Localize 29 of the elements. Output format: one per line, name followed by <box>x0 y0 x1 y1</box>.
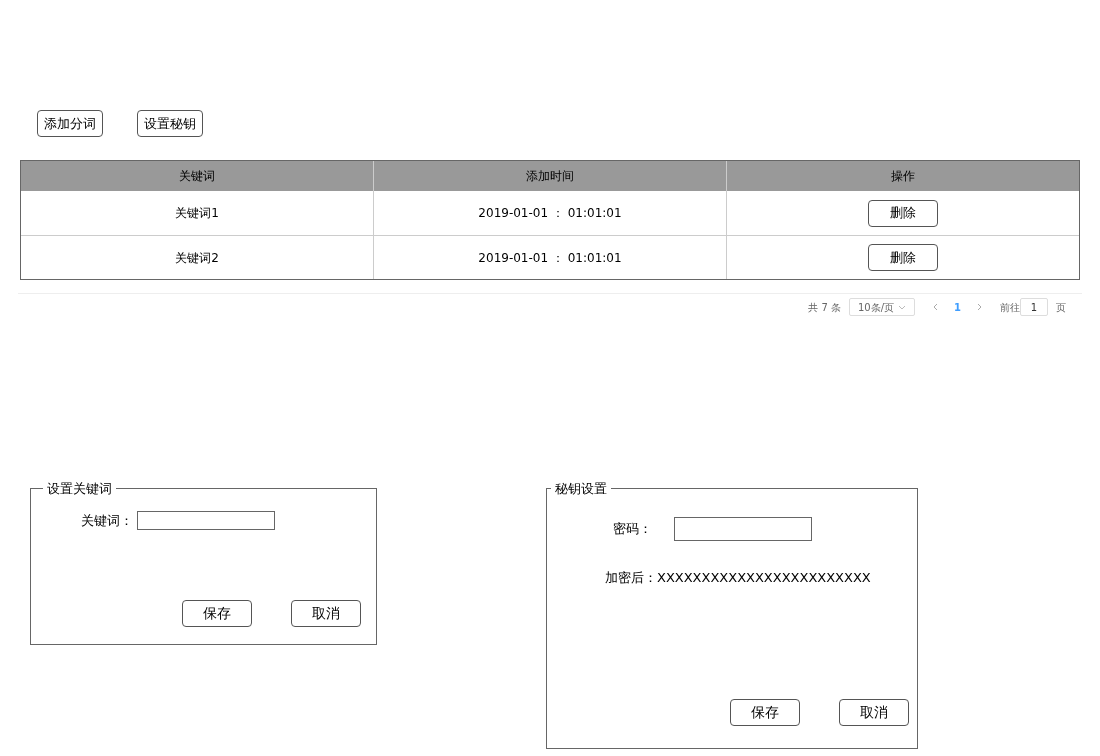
action-button[interactable]: 取消 <box>839 699 909 726</box>
delete-button[interactable]: 删除 <box>868 199 938 227</box>
panel-title: 设置关键词 <box>46 480 113 498</box>
column-header: 关键词 <box>178 168 216 185</box>
table-cell-text: 关键词1 <box>175 205 219 222</box>
table-cell-text: 2019-01-01 ： 01:01:01 <box>478 205 622 222</box>
toolbar-button[interactable]: 设置秘钥 <box>137 110 203 137</box>
goto-page-field[interactable]: 1 <box>1020 298 1048 316</box>
table-cell-text: 2019-01-01 ： 01:01:01 <box>478 249 622 267</box>
column-header: 添加时间 <box>373 161 726 191</box>
goto-suffix: 页 <box>1056 300 1066 315</box>
result-label: 加密后： <box>605 568 657 587</box>
field-label: 密码： <box>613 519 652 538</box>
keyword-input-field[interactable] <box>137 510 275 530</box>
panel-title: 秘钥设置 <box>554 480 608 498</box>
result-value: XXXXXXXXXXXXXXXXXXXXXXXX <box>657 568 871 587</box>
action-button[interactable]: 保存 <box>182 600 252 627</box>
goto-label: 前往 <box>1000 300 1020 315</box>
field-label: 关键词： <box>81 511 133 530</box>
table-cell-text: 关键词2 <box>175 249 219 267</box>
page-size-select[interactable]: 10条/页 <box>848 298 916 316</box>
total-count: 共 7 条 <box>808 300 841 315</box>
action-button[interactable]: 保存 <box>730 699 800 726</box>
column-header: 操作 <box>726 161 1079 191</box>
chevron-down-icon <box>898 304 907 310</box>
password-input-field[interactable] <box>674 516 812 541</box>
toolbar-button[interactable]: 添加分词 <box>37 110 103 137</box>
delete-button[interactable]: 删除 <box>868 244 938 271</box>
action-button[interactable]: 取消 <box>291 600 361 627</box>
